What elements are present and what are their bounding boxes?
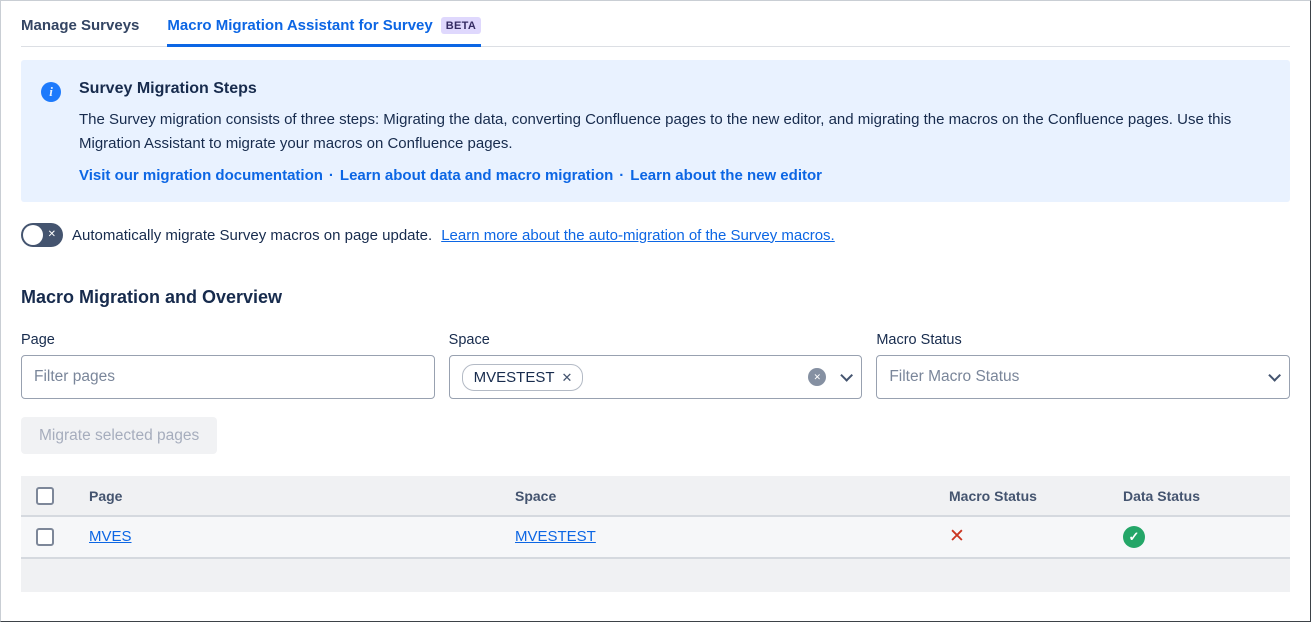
- link-separator: ·: [323, 167, 340, 184]
- survey-migration-info-banner: i Survey Migration Steps The Survey migr…: [21, 60, 1290, 202]
- space-filter-select[interactable]: MVESTEST ✕ ✕: [449, 355, 863, 399]
- space-selected-chip: MVESTEST ✕: [462, 364, 584, 391]
- macro-status-filter-label: Macro Status: [876, 332, 1290, 348]
- link-separator: ·: [613, 167, 630, 184]
- space-field-controls: ✕: [808, 368, 849, 386]
- banner-content: Survey Migration Steps The Survey migrat…: [79, 80, 1266, 184]
- beta-badge: BETA: [441, 17, 481, 34]
- auto-migrate-row: ✕ Automatically migrate Survey macros on…: [21, 223, 1290, 247]
- page-filter-field: [21, 355, 435, 399]
- banner-title: Survey Migration Steps: [79, 80, 1266, 98]
- column-header-data-status: Data Status: [1103, 476, 1290, 516]
- page-link[interactable]: MVES: [89, 528, 132, 545]
- banner-links: Visit our migration documentation·Learn …: [79, 167, 1266, 184]
- auto-migrate-label: Automatically migrate Survey macros on p…: [72, 227, 432, 244]
- table-header-row: Page Space Macro Status Data Status: [21, 476, 1290, 516]
- tab-manage-surveys[interactable]: Manage Surveys: [21, 13, 139, 47]
- macro-status-field-controls: [1268, 373, 1277, 382]
- link-migration-documentation[interactable]: Visit our migration documentation: [79, 167, 323, 184]
- column-header-macro-status: Macro Status: [929, 476, 1103, 516]
- space-filter-group: Space MVESTEST ✕ ✕: [449, 332, 863, 399]
- migrate-selected-pages-button[interactable]: Migrate selected pages: [21, 417, 217, 454]
- chevron-down-icon[interactable]: [1268, 369, 1281, 382]
- migration-overview-table: Page Space Macro Status Data Status MVES…: [21, 476, 1290, 592]
- space-link[interactable]: MVESTEST: [515, 528, 596, 545]
- page-filter-label: Page: [21, 332, 435, 348]
- page-filter-input[interactable]: [34, 368, 422, 386]
- select-all-checkbox[interactable]: [36, 487, 54, 505]
- auto-migrate-learn-more-link[interactable]: Learn more about the auto-migration of t…: [441, 227, 835, 244]
- chip-remove-icon[interactable]: ✕: [562, 371, 573, 384]
- chevron-down-icon[interactable]: [841, 369, 854, 382]
- column-header-space: Space: [495, 476, 929, 516]
- table-row: MVES MVESTEST ✕ ✓: [21, 516, 1290, 558]
- row-checkbox[interactable]: [36, 528, 54, 546]
- tab-bar: Manage Surveys Macro Migration Assistant…: [21, 1, 1290, 47]
- toggle-knob: [23, 225, 43, 245]
- info-icon: i: [41, 82, 61, 102]
- filter-bar: Page Space MVESTEST ✕ ✕ Macro Status: [21, 332, 1290, 399]
- link-data-macro-migration[interactable]: Learn about data and macro migration: [340, 167, 613, 184]
- link-new-editor[interactable]: Learn about the new editor: [630, 167, 822, 184]
- toggle-off-cross-icon: ✕: [48, 230, 56, 240]
- space-filter-label: Space: [449, 332, 863, 348]
- macro-status-filter-select[interactable]: [876, 355, 1290, 399]
- data-status-success-icon: ✓: [1123, 526, 1145, 548]
- macro-status-filter-input[interactable]: [889, 368, 1268, 386]
- banner-body: The Survey migration consists of three s…: [79, 108, 1266, 156]
- clear-selection-icon[interactable]: ✕: [808, 368, 826, 386]
- space-chip-label: MVESTEST: [474, 369, 555, 386]
- section-title: Macro Migration and Overview: [21, 287, 1290, 308]
- page-filter-group: Page: [21, 332, 435, 399]
- tab-manage-surveys-label: Manage Surveys: [21, 17, 139, 34]
- macro-status-filter-group: Macro Status: [876, 332, 1290, 399]
- table-footer-strip: [21, 558, 1290, 592]
- column-header-page: Page: [69, 476, 495, 516]
- macro-status-failed-icon: ✕: [949, 526, 965, 547]
- tab-migration-assistant-label: Macro Migration Assistant for Survey: [167, 17, 432, 34]
- auto-migrate-toggle[interactable]: ✕: [21, 223, 63, 247]
- macro-migration-page: Manage Surveys Macro Migration Assistant…: [1, 1, 1310, 592]
- tab-macro-migration-assistant[interactable]: Macro Migration Assistant for Survey BET…: [167, 13, 481, 47]
